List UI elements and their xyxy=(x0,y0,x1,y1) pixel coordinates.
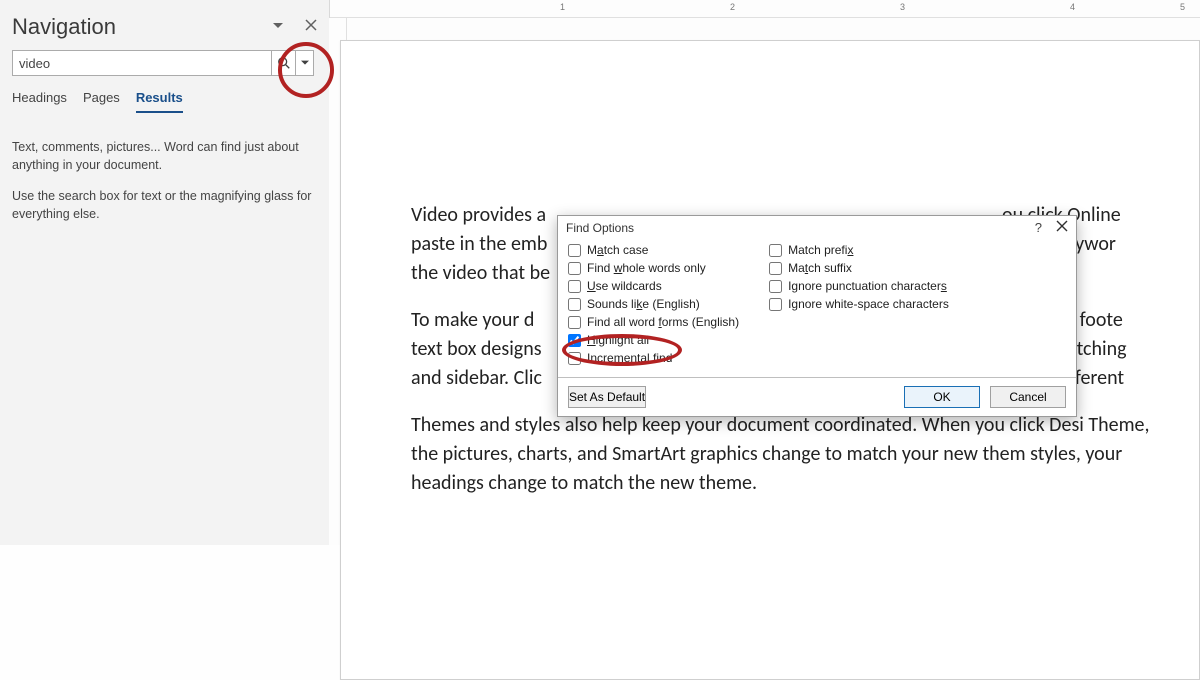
checkbox-label: Use wildcards xyxy=(587,279,662,293)
close-icon[interactable] xyxy=(1056,220,1068,235)
checkbox[interactable] xyxy=(769,262,782,275)
checkbox-label: Match prefix xyxy=(788,243,853,257)
body-paragraph: To make your d text box designs and side… xyxy=(411,306,568,393)
ruler-mark: 4 xyxy=(1070,2,1075,12)
ok-button[interactable]: OK xyxy=(904,386,980,408)
ruler-mark: 2 xyxy=(730,2,735,12)
checkbox[interactable] xyxy=(568,298,581,311)
checkbox[interactable] xyxy=(568,334,581,347)
checkbox[interactable] xyxy=(568,280,581,293)
checkbox[interactable] xyxy=(568,352,581,365)
tab-pages[interactable]: Pages xyxy=(83,90,120,113)
find-left-option-2[interactable]: Use wildcards xyxy=(568,279,739,293)
dialog-titlebar[interactable]: Find Options ? xyxy=(558,216,1076,241)
ruler-mark: 5 xyxy=(1180,2,1185,12)
pane-options-dropdown-icon[interactable] xyxy=(273,18,283,36)
checkbox[interactable] xyxy=(769,280,782,293)
set-default-button[interactable]: Set As Default xyxy=(568,386,646,408)
find-left-option-3[interactable]: Sounds like (English) xyxy=(568,297,739,311)
tab-headings[interactable]: Headings xyxy=(12,90,67,113)
find-left-option-1[interactable]: Find whole words only xyxy=(568,261,739,275)
search-input[interactable] xyxy=(12,50,272,76)
navigation-header: Navigation xyxy=(12,0,317,50)
checkbox-label: Ignore punctuation characters xyxy=(788,279,947,293)
checkbox-label: Match case xyxy=(587,243,648,257)
tab-results[interactable]: Results xyxy=(136,90,183,113)
checkbox-label: Ignore white-space characters xyxy=(788,297,949,311)
find-right-option-2[interactable]: Ignore punctuation characters xyxy=(769,279,949,293)
find-left-option-0[interactable]: Match case xyxy=(568,243,739,257)
find-options-dialog: Find Options ? Match case Find whole word… xyxy=(557,215,1077,417)
navigation-pane: Navigation Headings Pages Results xyxy=(0,0,330,545)
navigation-title: Navigation xyxy=(12,14,116,40)
ruler-mark: 3 xyxy=(900,2,905,12)
horizontal-ruler[interactable]: 1 2 3 4 5 xyxy=(330,0,1200,18)
search-button[interactable] xyxy=(272,50,296,76)
search-options-dropdown[interactable] xyxy=(296,50,314,76)
navigation-hint: Text, comments, pictures... Word can fin… xyxy=(12,139,317,223)
checkbox[interactable] xyxy=(568,244,581,257)
dialog-body: Match case Find whole words only Use wildc… xyxy=(558,241,1076,377)
hint-line-1: Text, comments, pictures... Word can fin… xyxy=(12,139,317,174)
find-left-option-5[interactable]: Highlight all xyxy=(568,333,739,347)
checkbox-label: Find whole words only xyxy=(587,261,706,275)
find-right-option-0[interactable]: Match prefix xyxy=(769,243,949,257)
checkbox-label: Highlight all xyxy=(587,333,649,347)
checkbox[interactable] xyxy=(568,316,581,329)
find-right-option-3[interactable]: Ignore white-space characters xyxy=(769,297,949,311)
checkbox[interactable] xyxy=(769,298,782,311)
checkbox[interactable] xyxy=(568,262,581,275)
navigation-tabs: Headings Pages Results xyxy=(12,90,317,113)
help-icon[interactable]: ? xyxy=(1035,220,1042,235)
body-paragraph: Themes and styles also help keep your do… xyxy=(411,411,1159,498)
hint-line-2: Use the search box for text or the magni… xyxy=(12,188,317,223)
checkbox[interactable] xyxy=(769,244,782,257)
checkbox-label: Match suffix xyxy=(788,261,852,275)
dialog-title: Find Options xyxy=(566,221,634,235)
dialog-footer: Set As Default OK Cancel xyxy=(558,377,1076,416)
checkbox-label: Find all word forms (English) xyxy=(587,315,739,329)
body-paragraph: Video provides a paste in the emb the vi… xyxy=(411,201,568,288)
search-row xyxy=(12,50,317,76)
find-left-option-4[interactable]: Find all word forms (English) xyxy=(568,315,739,329)
find-right-option-1[interactable]: Match suffix xyxy=(769,261,949,275)
find-left-option-6[interactable]: Incremental find xyxy=(568,351,739,365)
checkbox-label: Incremental find xyxy=(587,351,672,365)
checkbox-label: Sounds like (English) xyxy=(587,297,700,311)
cancel-button[interactable]: Cancel xyxy=(990,386,1066,408)
ruler-mark: 1 xyxy=(560,2,565,12)
close-icon[interactable] xyxy=(305,18,317,36)
